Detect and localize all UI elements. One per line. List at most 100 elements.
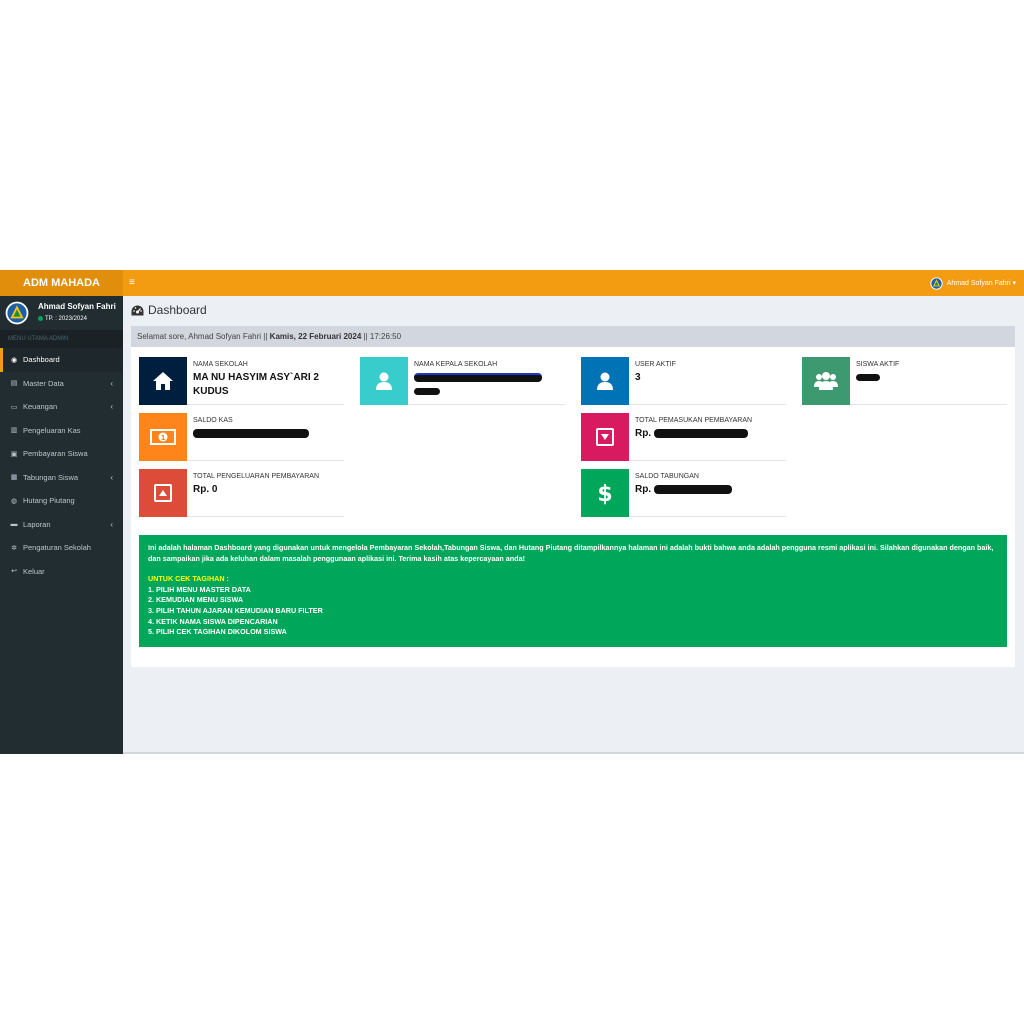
info-box-nama-kepala-sekolah: NAMA KEPALA SEKOLAH: [360, 357, 565, 405]
sidebar-item-label: Tabungan Siswa: [23, 472, 79, 482]
sidebar-item-label: Pengaturan Sekolah: [23, 543, 91, 553]
sidebar-item-tabungan-siswa[interactable]: ▦ Tabungan Siswa ‹: [0, 466, 123, 490]
sidebar-item-hutang-piutang[interactable]: ◍ Hutang Piutang: [0, 489, 123, 513]
user-dropdown-label: Ahmad Sofyan Fahri ▾: [946, 280, 1016, 287]
callout-step: 3. PILIH TAHUN AJARAN KEMUDIAN BARU FILT…: [148, 605, 323, 615]
redacted-value: [856, 371, 1006, 385]
book-open-icon: ▦: [10, 474, 18, 482]
top-navbar: ADM MAHADA ≡ Ahmad Sofyan Fahri ▾: [0, 270, 1024, 296]
info-box-user-aktif: USER AKTIF 3: [581, 357, 786, 405]
footer-divider: [123, 752, 1024, 754]
school-logo-icon: [930, 276, 943, 290]
svg-text:1: 1: [161, 434, 166, 442]
main-content: Dashboard Selamat sore, Ahmad Sofyan Fah…: [123, 296, 1024, 754]
redacted-value: [193, 427, 343, 441]
sidebar-item-label: Keluar: [23, 566, 45, 576]
callout-step: 2. KEMUDIAN MENU SISWA: [148, 595, 244, 605]
callout-step: 5. PILIH CEK TAGIHAN DIKOLOM SISWA: [148, 627, 287, 637]
sidebar-item-label: Keuangan: [23, 402, 58, 412]
money-icon: 1: [150, 429, 176, 445]
nama-sekolah-value: MA NU HASYIM ASY`ARI 2 KUDUS: [193, 372, 319, 397]
info-box-icon-bg: [139, 357, 187, 405]
book-icon: ▤: [10, 380, 18, 388]
callout-step: 1. PILIH MENU MASTER DATA: [148, 584, 251, 594]
bar-chart-icon: ▥: [10, 427, 18, 435]
users-icon: [814, 372, 838, 390]
callout-heading: UNTUK CEK TAGIHAN :: [148, 574, 229, 584]
chevron-left-icon: ‹: [110, 402, 113, 412]
greeting-date: Kamis, 22 Februari 2024: [269, 332, 362, 341]
info-box-nama-sekolah: NAMA SEKOLAH MA NU HASYIM ASY`ARI 2 KUDU…: [139, 357, 344, 405]
dashboard-box: Selamat sore, Ahmad Sofyan Fahri || Kami…: [131, 326, 1015, 667]
sidebar-item-pengaturan-sekolah[interactable]: ✲ Pengaturan Sekolah: [0, 536, 123, 560]
reply-icon: ↩: [11, 568, 17, 576]
callout-intro: Ini adalah halaman Dashboard yang diguna…: [148, 543, 994, 563]
credit-card-icon: ▭: [10, 403, 18, 411]
info-box-icon-bg: 1: [139, 413, 187, 461]
sidebar-item-keuangan[interactable]: ▭ Keuangan ‹: [0, 395, 123, 419]
redacted-value: [414, 371, 564, 399]
info-callout: Ini adalah halaman Dashboard yang diguna…: [139, 535, 1007, 647]
sidebar-item-label: Master Data: [23, 378, 64, 388]
user-name: Ahmad Sofyan Fahri: [38, 302, 116, 311]
total-pemasukan-value: Rp.: [635, 427, 785, 441]
home-icon: [153, 372, 173, 390]
print-icon: ▬: [10, 520, 18, 528]
user-panel: Ahmad Sofyan Fahri TP. : 2023/2024: [0, 296, 123, 330]
sidebar-item-label: Hutang Piutang: [23, 496, 75, 506]
sidebar-item-label: Pengeluaran Kas: [23, 425, 81, 435]
user-status: TP. : 2023/2024: [38, 316, 87, 322]
online-dot-icon: [38, 316, 43, 321]
info-box-icon-bg: [802, 357, 850, 405]
app-logo[interactable]: ADM MAHADA: [0, 270, 123, 296]
user-aktif-value: 3: [635, 372, 641, 383]
sidebar-item-label: Pembayaran Siswa: [23, 449, 88, 459]
money-icon: ▣: [10, 450, 18, 458]
total-pengeluaran-value: Rp. 0: [193, 484, 218, 495]
sidebar-item-pembayaran-siswa[interactable]: ▣ Pembayaran Siswa: [0, 442, 123, 466]
info-box-total-pengeluaran: TOTAL PENGELUARAN PEMBAYARAN Rp. 0: [139, 469, 344, 517]
user-dropdown[interactable]: Ahmad Sofyan Fahri ▾: [930, 270, 1016, 296]
sidebar-item-label: Dashboard: [23, 355, 60, 365]
sidebar-item-keluar[interactable]: ↩ Keluar: [0, 560, 123, 584]
sidebar-toggle-icon[interactable]: ≡: [129, 270, 135, 296]
callout-step: 4. KETIK NAMA SISWA DIPENCARIAN: [148, 616, 278, 626]
globe-icon: ◍: [10, 497, 18, 505]
user-icon: [376, 372, 392, 390]
info-box-siswa-aktif: SISWA AKTIF: [802, 357, 1007, 405]
dashboard-icon: ◉: [10, 356, 18, 364]
info-box-saldo-tabungan: $ SALDO TABUNGAN Rp.: [581, 469, 786, 517]
callout-steps: 1. PILIH MENU MASTER DATA 2. KEMUDIAN MEN…: [148, 585, 998, 638]
caret-down-icon: [596, 428, 614, 446]
sidebar-item-dashboard[interactable]: ◉ Dashboard: [0, 348, 123, 372]
sidebar-item-pengeluaran-kas[interactable]: ▥ Pengeluaran Kas: [0, 419, 123, 443]
info-box-icon-bg: $: [581, 469, 629, 517]
chevron-left-icon: ‹: [110, 472, 113, 482]
page-title-text: Dashboard: [148, 303, 207, 317]
caret-up-icon: [154, 484, 172, 502]
greeting-time: || 17:26:50: [361, 332, 402, 341]
dashboard-icon: [131, 305, 144, 315]
sidebar-item-laporan[interactable]: ▬ Laporan ‹: [0, 513, 123, 537]
info-box-total-pemasukan: TOTAL PEMASUKAN PEMBAYARAN Rp.: [581, 413, 786, 461]
info-box-icon-bg: [360, 357, 408, 405]
avatar: [5, 301, 29, 325]
sidebar-menu: ◉ Dashboard ▤ Master Data ‹ ▭ Keuangan ‹ ▥ Pengel…: [0, 348, 123, 583]
chevron-left-icon: ‹: [110, 519, 113, 529]
saldo-tabungan-value: Rp.: [635, 483, 785, 497]
sidebar-item-master-data[interactable]: ▤ Master Data ‹: [0, 372, 123, 396]
sidebar: Ahmad Sofyan Fahri TP. : 2023/2024 MENU …: [0, 296, 123, 754]
cogs-icon: ✲: [11, 544, 17, 552]
info-box-icon-bg: [139, 469, 187, 517]
dollar-icon: $: [597, 482, 612, 505]
info-box-icon-bg: [581, 413, 629, 461]
info-box-icon-bg: [581, 357, 629, 405]
user-icon: [597, 372, 613, 390]
chevron-left-icon: ‹: [110, 378, 113, 388]
greeting-bar: Selamat sore, Ahmad Sofyan Fahri || Kami…: [131, 326, 1015, 347]
admin-app: ADM MAHADA ≡ Ahmad Sofyan Fahri ▾ Ahmad …: [0, 270, 1024, 754]
menu-section-label: MENU UTAMA ADMIN: [0, 330, 123, 348]
sidebar-item-label: Laporan: [23, 519, 51, 529]
svg-text:$: $: [597, 482, 612, 505]
page-title: Dashboard: [131, 303, 207, 317]
